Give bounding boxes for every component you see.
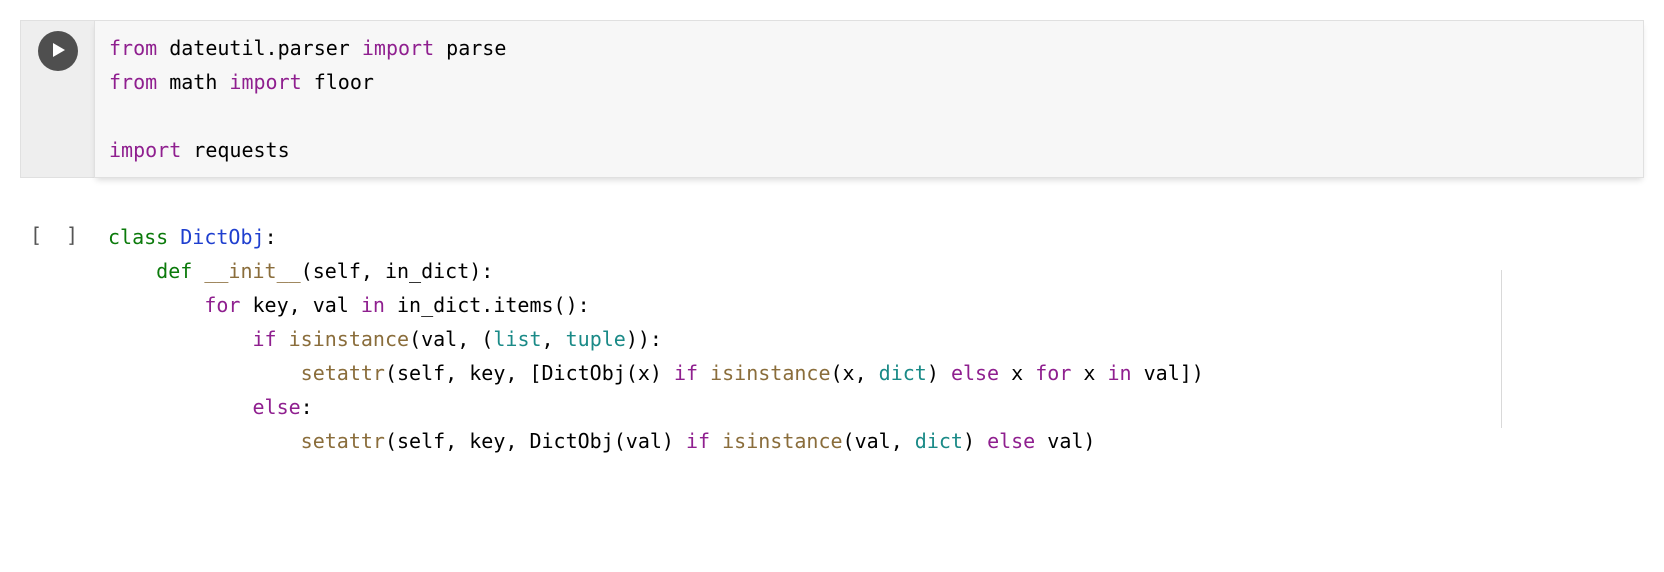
play-icon	[50, 34, 66, 68]
notebook-wrap: from dateutil.parser import parse from m…	[20, 20, 1644, 468]
code-block: class DictObj: def __init__(self, in_dic…	[108, 220, 1630, 458]
cell-gutter	[20, 20, 94, 178]
code-block: from dateutil.parser import parse from m…	[109, 31, 1629, 167]
code-input-area[interactable]: from dateutil.parser import parse from m…	[94, 20, 1644, 178]
code-cell-1[interactable]: from dateutil.parser import parse from m…	[20, 20, 1644, 178]
page-margin-divider	[1501, 270, 1502, 428]
run-button[interactable]	[38, 31, 78, 71]
code-cell-2[interactable]: [ ] class DictObj: def __init__(self, in…	[20, 210, 1644, 468]
execution-indicator: [ ]	[30, 218, 84, 252]
cell-gutter: [ ]	[20, 210, 94, 252]
code-input-area[interactable]: class DictObj: def __init__(self, in_dic…	[94, 210, 1644, 468]
